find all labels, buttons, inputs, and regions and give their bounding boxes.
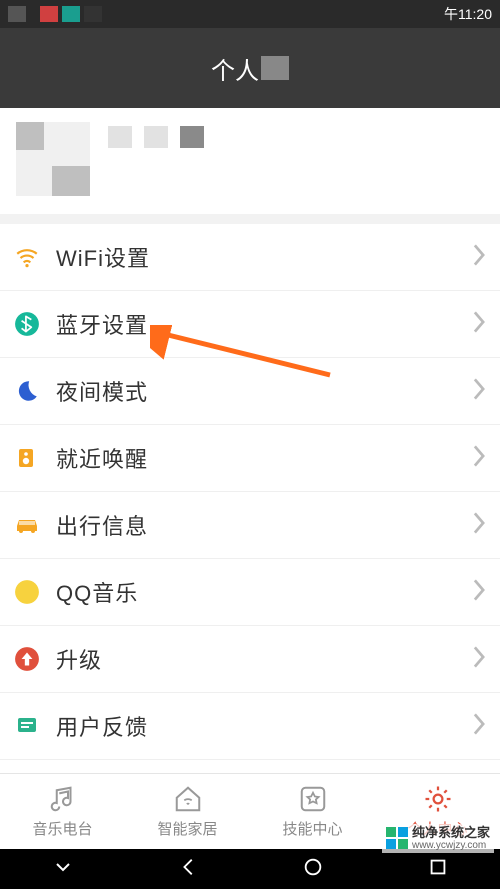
masked-text <box>180 126 204 148</box>
status-indicator <box>8 6 26 22</box>
chevron-right-icon <box>472 311 486 338</box>
menu-item-bluetooth[interactable]: 蓝牙设置 <box>0 291 500 358</box>
status-indicator <box>84 6 102 22</box>
chevron-right-icon <box>472 445 486 472</box>
menu-label: 用户反馈 <box>56 710 472 742</box>
nav-smarthome[interactable]: 智能家居 <box>125 774 250 849</box>
page-header: 个人 <box>0 28 500 108</box>
nav-label: 音乐电台 <box>32 818 92 839</box>
menu-label: QQ音乐 <box>56 576 472 608</box>
status-bar: 午11:20 <box>0 0 500 28</box>
watermark: 纯净系统之家 www.ycwjzy.com <box>382 824 494 853</box>
avatar[interactable] <box>16 122 90 196</box>
sysnav-down-icon[interactable] <box>51 855 75 884</box>
menu-item-upgrade[interactable]: 升级 <box>0 626 500 693</box>
nav-label: 智能家居 <box>157 818 217 839</box>
home-icon <box>173 784 203 814</box>
page-title: 个人 <box>211 51 259 86</box>
speaker-icon <box>12 443 42 473</box>
menu-label: 蓝牙设置 <box>56 308 472 340</box>
chevron-right-icon <box>472 378 486 405</box>
masked-text <box>261 56 289 80</box>
nav-skills[interactable]: 技能中心 <box>250 774 375 849</box>
wifi-icon <box>12 242 42 272</box>
sysnav-recents-icon[interactable] <box>427 856 449 883</box>
car-icon <box>12 510 42 540</box>
upgrade-icon <box>12 644 42 674</box>
sysnav-back-icon[interactable] <box>178 856 200 883</box>
status-indicator <box>40 6 58 22</box>
profile-section[interactable] <box>0 108 500 224</box>
menu-item-feedback[interactable]: 用户反馈 <box>0 693 500 760</box>
status-right: 午11:20 <box>444 4 492 24</box>
watermark-title: 纯净系统之家 <box>412 826 490 840</box>
status-left <box>8 6 102 22</box>
chevron-right-icon <box>472 512 486 539</box>
bluetooth-icon <box>12 309 42 339</box>
settings-list: WiFi设置 蓝牙设置 夜间模式 就近唤醒 <box>0 224 500 760</box>
status-time: 午11:20 <box>444 4 492 24</box>
sysnav-home-icon[interactable] <box>302 856 324 883</box>
moon-icon <box>12 376 42 406</box>
qqmusic-icon <box>12 577 42 607</box>
feedback-icon <box>12 711 42 741</box>
menu-label: 就近唤醒 <box>56 442 472 474</box>
system-nav-bar <box>0 849 500 889</box>
chevron-right-icon <box>472 579 486 606</box>
menu-label: WiFi设置 <box>56 241 472 273</box>
menu-item-qqmusic[interactable]: QQ音乐 <box>0 559 500 626</box>
profile-name <box>108 126 204 148</box>
nav-radio[interactable]: 音乐电台 <box>0 774 125 849</box>
menu-item-travel[interactable]: 出行信息 <box>0 492 500 559</box>
menu-item-proximity-wake[interactable]: 就近唤醒 <box>0 425 500 492</box>
menu-label: 升级 <box>56 643 472 675</box>
menu-item-night-mode[interactable]: 夜间模式 <box>0 358 500 425</box>
status-indicator <box>62 6 80 22</box>
chevron-right-icon <box>472 713 486 740</box>
gear-icon <box>423 784 453 814</box>
nav-label: 技能中心 <box>282 818 342 839</box>
masked-text <box>108 126 132 148</box>
chevron-right-icon <box>472 646 486 673</box>
menu-item-wifi[interactable]: WiFi设置 <box>0 224 500 291</box>
watermark-url: www.ycwjzy.com <box>412 840 490 851</box>
star-box-icon <box>298 784 328 814</box>
menu-label: 夜间模式 <box>56 375 472 407</box>
music-note-icon <box>48 784 78 814</box>
masked-text <box>144 126 168 148</box>
chevron-right-icon <box>472 244 486 271</box>
watermark-logo-icon <box>386 827 408 849</box>
menu-label: 出行信息 <box>56 509 472 541</box>
